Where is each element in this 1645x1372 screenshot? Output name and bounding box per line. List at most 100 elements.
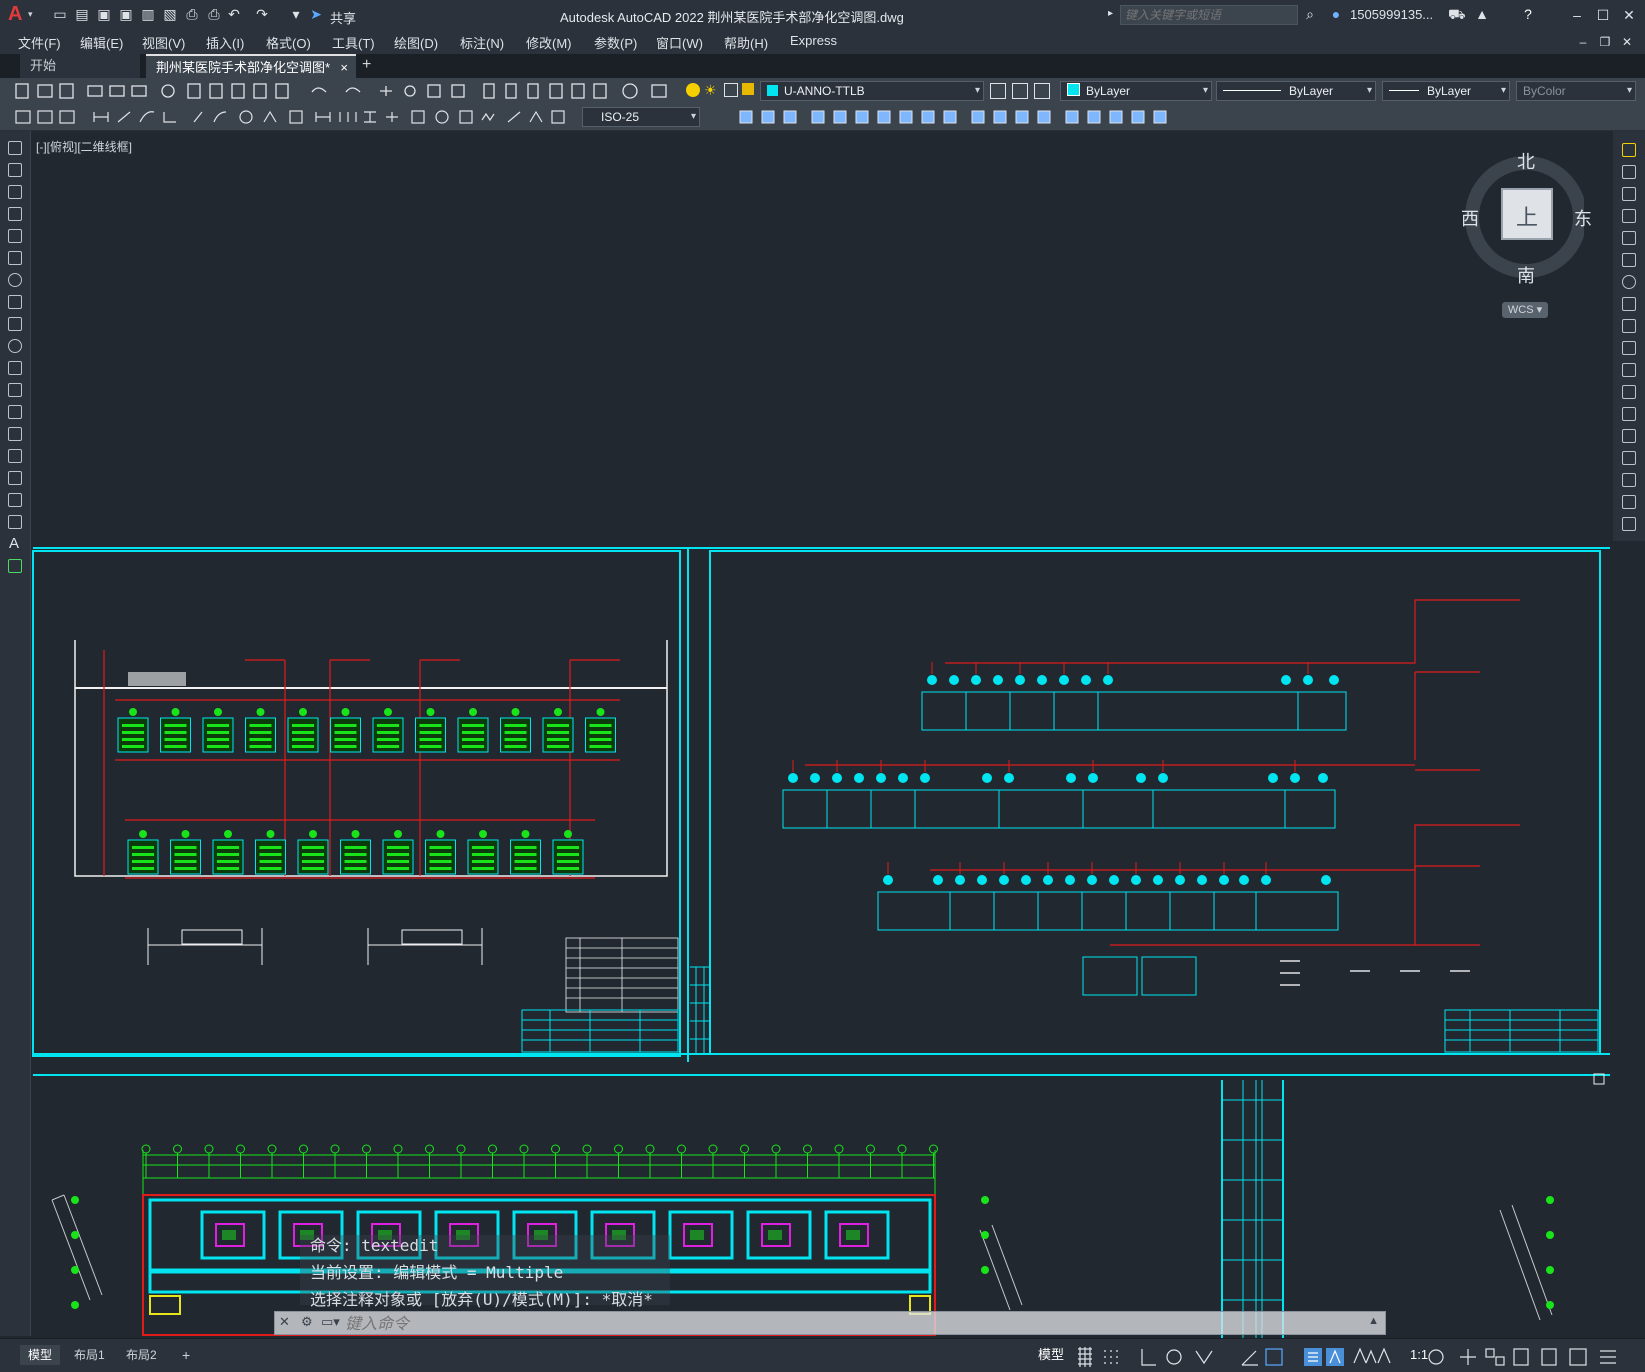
tab-drawing[interactable]: 荆州某医院手术部净化空调图* × bbox=[146, 54, 356, 78]
line-icon[interactable] bbox=[8, 141, 22, 155]
blend-curves-icon[interactable] bbox=[1622, 495, 1636, 509]
maximize-button[interactable]: ☐ bbox=[1592, 4, 1614, 26]
app-menu-chevron-icon[interactable]: ▾ bbox=[28, 9, 33, 20]
chamfer-icon[interactable] bbox=[1622, 451, 1636, 465]
export-icon[interactable]: ▧ bbox=[162, 6, 178, 22]
layer-lock-icon[interactable] bbox=[742, 83, 754, 95]
explode-icon[interactable] bbox=[1622, 517, 1636, 531]
standard-toolbar-icons[interactable] bbox=[0, 78, 680, 104]
viewcube-west[interactable]: 西 bbox=[1461, 205, 1479, 231]
layer-thaw-icon[interactable]: ☀ bbox=[704, 83, 718, 97]
rectangle-icon[interactable] bbox=[8, 229, 22, 243]
annotation-scale[interactable]: 1:1 bbox=[1402, 1345, 1436, 1365]
viewcube-east[interactable]: 东 bbox=[1574, 205, 1592, 231]
customize-qat-icon[interactable]: ▾ bbox=[288, 6, 304, 22]
revision-cloud-icon[interactable] bbox=[8, 295, 22, 309]
spline-icon[interactable] bbox=[8, 317, 22, 331]
undo-icon[interactable]: ↶ bbox=[226, 6, 242, 22]
dimstyle-dropdown[interactable]: ISO-25 ▾ bbox=[582, 107, 700, 127]
command-input[interactable] bbox=[345, 1314, 1045, 1332]
array-icon[interactable] bbox=[1622, 231, 1636, 245]
save-icon[interactable]: ▣ bbox=[96, 6, 112, 22]
offset-icon[interactable] bbox=[1622, 209, 1636, 223]
tab-layout1[interactable]: 布局1 bbox=[66, 1345, 113, 1365]
stretch-icon[interactable] bbox=[1622, 319, 1636, 333]
add-selected-icon[interactable] bbox=[8, 559, 22, 573]
status-toggle-icons[interactable] bbox=[1076, 1345, 1636, 1369]
viewport-controls-label[interactable]: [-][俯视][二维线框] bbox=[36, 138, 132, 155]
layer-previous-icon[interactable] bbox=[1034, 83, 1050, 99]
move-icon[interactable] bbox=[1622, 253, 1636, 267]
menu-insert[interactable]: 插入(I) bbox=[206, 33, 244, 52]
command-customize-icon[interactable]: ⚙ bbox=[301, 1314, 313, 1330]
new-tab-button[interactable]: + bbox=[362, 56, 371, 74]
lineweight-dropdown[interactable]: ByLayer ▾ bbox=[1382, 81, 1510, 101]
user-name[interactable]: 1505999135... bbox=[1350, 7, 1433, 22]
open-icon[interactable]: ▤ bbox=[74, 6, 90, 22]
search-expand-icon[interactable]: ▸ bbox=[1108, 8, 1113, 19]
search-input[interactable] bbox=[1120, 5, 1298, 25]
ellipse-arc-icon[interactable] bbox=[8, 361, 22, 375]
circle-icon[interactable] bbox=[8, 273, 22, 287]
search-icon[interactable]: ⌕ bbox=[1302, 6, 1318, 22]
menu-modify[interactable]: 修改(M) bbox=[526, 33, 572, 52]
doc-minimize-button[interactable]: – bbox=[1572, 31, 1594, 53]
construction-line-icon[interactable] bbox=[8, 163, 22, 177]
add-layout-button[interactable]: + bbox=[174, 1345, 198, 1365]
minimize-button[interactable]: – bbox=[1566, 4, 1588, 26]
user-icon[interactable]: ● bbox=[1328, 6, 1344, 22]
plotstyle-dropdown[interactable]: ByColor ▾ bbox=[1516, 81, 1636, 101]
viewcube-top-face[interactable]: 上 bbox=[1516, 200, 1538, 232]
break-at-point-icon[interactable] bbox=[1622, 385, 1636, 399]
viewcube-south[interactable]: 南 bbox=[1517, 262, 1535, 288]
viewcube[interactable]: 北 南 西 东 上 bbox=[1461, 152, 1592, 302]
close-button[interactable]: ✕ bbox=[1618, 4, 1640, 26]
share-button[interactable]: 共享 bbox=[330, 8, 356, 27]
autocad-logo-icon[interactable]: A bbox=[8, 3, 22, 26]
menu-format[interactable]: 格式(O) bbox=[266, 33, 311, 52]
multiline-text-icon[interactable]: A bbox=[9, 535, 19, 552]
redo-icon[interactable]: ↷ bbox=[254, 6, 270, 22]
menu-parametric[interactable]: 参数(P) bbox=[594, 33, 637, 52]
hatch-icon[interactable] bbox=[8, 449, 22, 463]
tab-model[interactable]: 模型 bbox=[20, 1345, 61, 1365]
make-block-icon[interactable] bbox=[8, 405, 22, 419]
tab-close-icon[interactable]: × bbox=[340, 56, 348, 80]
fillet-icon[interactable] bbox=[1622, 473, 1636, 487]
ellipse-icon[interactable] bbox=[8, 339, 22, 353]
wcs-menu[interactable]: WCS ▾ bbox=[1502, 302, 1548, 318]
join-icon[interactable] bbox=[1622, 429, 1636, 443]
tab-layout2[interactable]: 布局2 bbox=[118, 1345, 165, 1365]
menu-view[interactable]: 视图(V) bbox=[142, 33, 185, 52]
publish-icon[interactable]: ▥ bbox=[140, 6, 156, 22]
gradient-icon[interactable] bbox=[8, 471, 22, 485]
table-icon[interactable] bbox=[8, 515, 22, 529]
cart-icon[interactable]: ⛟ bbox=[1448, 6, 1466, 22]
dimension-toolbar-icons[interactable] bbox=[0, 104, 580, 130]
insert-block-icon[interactable] bbox=[8, 383, 22, 397]
modify-toolbar-icons[interactable] bbox=[706, 104, 1226, 130]
command-expand-icon[interactable]: ▲ bbox=[1368, 1315, 1379, 1327]
share-icon[interactable]: ➤ bbox=[308, 6, 324, 22]
copy-icon[interactable] bbox=[1622, 165, 1636, 179]
print-icon[interactable]: ⎙ bbox=[184, 6, 200, 22]
layer-match-icon[interactable] bbox=[1012, 83, 1028, 99]
menu-file[interactable]: 文件(F) bbox=[18, 33, 61, 52]
point-icon[interactable] bbox=[8, 427, 22, 441]
erase-icon[interactable] bbox=[1622, 143, 1636, 157]
save-as-icon[interactable]: ▣ bbox=[118, 6, 134, 22]
viewcube-north[interactable]: 北 bbox=[1517, 148, 1535, 174]
menu-dimension[interactable]: 标注(N) bbox=[460, 33, 504, 52]
scale-icon[interactable] bbox=[1622, 297, 1636, 311]
help-icon[interactable]: ? bbox=[1520, 6, 1536, 22]
layer-on-icon[interactable] bbox=[686, 83, 700, 97]
polygon-icon[interactable] bbox=[8, 207, 22, 221]
command-prompt-icon[interactable]: ▭▾ bbox=[321, 1314, 340, 1330]
menu-tools[interactable]: 工具(T) bbox=[332, 33, 375, 52]
doc-close-button[interactable]: ✕ bbox=[1616, 31, 1638, 53]
mirror-icon[interactable] bbox=[1622, 187, 1636, 201]
extend-icon[interactable] bbox=[1622, 363, 1636, 377]
break-icon[interactable] bbox=[1622, 407, 1636, 421]
menu-edit[interactable]: 编辑(E) bbox=[80, 33, 123, 52]
menu-window[interactable]: 窗口(W) bbox=[656, 33, 703, 52]
